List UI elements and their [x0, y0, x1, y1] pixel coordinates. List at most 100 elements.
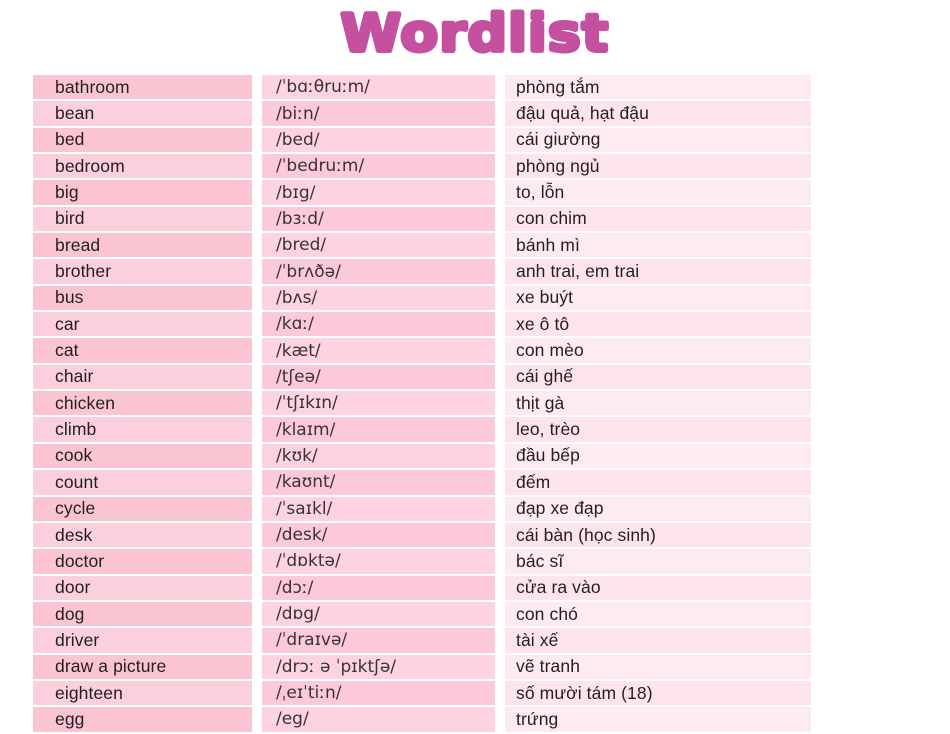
table-row: bedroom/ˈbedruːm/phòng ngủ: [33, 154, 811, 181]
word-cell: bean: [33, 101, 252, 128]
meaning-cell: con chó: [505, 601, 811, 629]
column-divider: [495, 575, 505, 602]
table-row: count/kaʊnt/đếm: [33, 470, 811, 497]
column-divider: [495, 443, 505, 471]
column-divider: [252, 180, 262, 207]
column-divider: [495, 364, 505, 392]
column-divider: [252, 680, 262, 708]
meaning-cell: đạp xe đạp: [505, 496, 811, 523]
word-cell: desk: [33, 522, 252, 550]
table-row: bean/biːn/đậu quả, hạt đậu: [33, 101, 811, 128]
table-row: bread/bred/bánh mì: [33, 233, 811, 260]
pronunciation-cell: /ˈsaɪkl/: [262, 496, 495, 523]
meaning-cell: cái bàn (học sinh): [505, 522, 811, 550]
meaning-cell: đậu quả, hạt đậu: [505, 101, 811, 128]
page-title-container: Wordlist: [0, 0, 950, 68]
table-row: desk/desk/cái bàn (học sinh): [33, 522, 811, 550]
pronunciation-cell: /kaʊnt/: [262, 470, 495, 497]
column-divider: [252, 654, 262, 681]
pronunciation-cell: /klaɪm/: [262, 417, 495, 444]
column-divider: [252, 496, 262, 523]
table-row: chicken/ˈtʃɪkɪn/thịt gà: [33, 391, 811, 418]
column-divider: [495, 180, 505, 207]
word-cell: bathroom: [33, 75, 252, 102]
meaning-cell: bác sĩ: [505, 549, 811, 576]
word-cell: chair: [33, 364, 252, 392]
pronunciation-cell: /kʊk/: [262, 443, 495, 471]
column-divider: [495, 417, 505, 444]
meaning-cell: số mười tám (18): [505, 680, 811, 708]
column-divider: [252, 628, 262, 655]
word-cell: bus: [33, 285, 252, 313]
column-divider: [252, 127, 262, 155]
word-cell: brother: [33, 259, 252, 286]
table-row: chair/tʃeə/cái ghế: [33, 364, 811, 392]
column-divider: [495, 522, 505, 550]
word-cell: draw a picture: [33, 654, 252, 681]
meaning-cell: con chim: [505, 206, 811, 234]
table-row: bathroom/ˈbɑːθruːm/phòng tắm: [33, 75, 811, 102]
column-divider: [252, 259, 262, 286]
table-row: cook/kʊk/đầu bếp: [33, 443, 811, 471]
pronunciation-cell: /ˌeɪˈtiːn/: [262, 680, 495, 708]
column-divider: [252, 233, 262, 260]
pronunciation-cell: /bɪg/: [262, 180, 495, 207]
table-row: dog/dɒg/con chó: [33, 601, 811, 629]
pronunciation-cell: /drɔː ə ˈpɪktʃə/: [262, 654, 495, 681]
column-divider: [252, 101, 262, 128]
word-cell: bread: [33, 233, 252, 260]
word-cell: big: [33, 180, 252, 207]
meaning-cell: đếm: [505, 470, 811, 497]
meaning-cell: leo, trèo: [505, 417, 811, 444]
table-row: car/kɑː/xe ô tô: [33, 312, 811, 339]
table-row: egg/eg/trứng: [33, 707, 811, 734]
column-divider: [495, 601, 505, 629]
pronunciation-cell: /desk/: [262, 522, 495, 550]
meaning-cell: bánh mì: [505, 233, 811, 260]
meaning-cell: cửa ra vào: [505, 575, 811, 602]
meaning-cell: cái ghế: [505, 364, 811, 392]
column-divider: [495, 707, 505, 734]
column-divider: [495, 101, 505, 128]
pronunciation-cell: /ˈbrʌðə/: [262, 259, 495, 286]
word-cell: bed: [33, 127, 252, 155]
word-cell: cook: [33, 443, 252, 471]
table-row: driver/ˈdraɪvə/tài xế: [33, 628, 811, 655]
column-divider: [252, 285, 262, 313]
pronunciation-cell: /bed/: [262, 127, 495, 155]
pronunciation-cell: /tʃeə/: [262, 364, 495, 392]
table-row: eighteen/ˌeɪˈtiːn/số mười tám (18): [33, 680, 811, 708]
column-divider: [252, 75, 262, 102]
word-cell: chicken: [33, 391, 252, 418]
meaning-cell: xe buýt: [505, 285, 811, 313]
column-divider: [495, 391, 505, 418]
table-row: cycle/ˈsaɪkl/đạp xe đạp: [33, 496, 811, 523]
word-cell: bedroom: [33, 154, 252, 181]
pronunciation-cell: /bred/: [262, 233, 495, 260]
meaning-cell: phòng tắm: [505, 75, 811, 102]
column-divider: [495, 127, 505, 155]
word-cell: dog: [33, 601, 252, 629]
column-divider: [495, 259, 505, 286]
column-divider: [252, 707, 262, 734]
pronunciation-cell: /bʌs/: [262, 285, 495, 313]
wordlist-page: Wordlist bathroom/ˈbɑːθruːm/phòng tắm bea…: [0, 0, 950, 734]
meaning-cell: thịt gà: [505, 391, 811, 418]
wordlist-table: bathroom/ˈbɑːθruːm/phòng tắm bean/biːn/đậ…: [33, 75, 811, 734]
column-divider: [495, 496, 505, 523]
pronunciation-cell: /kɑː/: [262, 312, 495, 339]
column-divider: [252, 575, 262, 602]
column-divider: [252, 470, 262, 497]
pronunciation-cell: /ˈbɑːθruːm/: [262, 75, 495, 102]
column-divider: [252, 522, 262, 550]
word-cell: car: [33, 312, 252, 339]
column-divider: [252, 443, 262, 471]
table-row: door/dɔː/cửa ra vào: [33, 575, 811, 602]
table-row: bird/bɜːd/con chim: [33, 206, 811, 234]
word-cell: cat: [33, 338, 252, 365]
table-row: bed/bed/cái giường: [33, 127, 811, 155]
pronunciation-cell: /dɔː/: [262, 575, 495, 602]
pronunciation-cell: /eg/: [262, 707, 495, 734]
meaning-cell: anh trai, em trai: [505, 259, 811, 286]
column-divider: [495, 206, 505, 234]
